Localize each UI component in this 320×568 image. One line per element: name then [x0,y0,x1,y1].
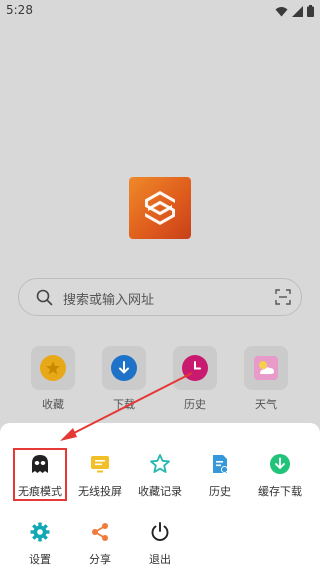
star-outline-icon [149,453,171,475]
share-icon [89,521,111,543]
menu-item-bookmarks[interactable]: 收藏记录 [130,453,190,499]
app-logo [129,177,191,239]
history-doc-icon [209,453,231,475]
menu-item-exit[interactable]: 退出 [130,521,190,567]
quick-link-label: 收藏 [42,398,64,411]
menu-item-label: 缓存下载 [258,485,302,498]
search-icon [36,289,53,306]
search-bar[interactable]: 搜索或输入网址 [18,278,302,316]
quick-link-label: 下载 [113,398,135,411]
menu-item-cache-download[interactable]: 缓存下载 [250,453,310,499]
quick-tile [173,346,217,390]
star-icon [40,355,66,381]
status-icons [275,5,314,17]
status-bar: 5:28 [0,0,320,24]
quick-link-weather[interactable]: 天气 [243,346,289,412]
wifi-icon [275,6,288,16]
gear-icon [29,521,51,543]
cast-icon [89,453,111,475]
weather-icon [254,356,278,380]
quick-link-favorites[interactable]: 收藏 [30,346,76,412]
scan-icon[interactable] [275,289,291,305]
battery-icon [307,5,314,17]
quick-link-history[interactable]: 历史 [172,346,218,412]
download-circle-icon [269,453,291,475]
menu-item-share[interactable]: 分享 [70,521,130,567]
browser-home-screen: 5:28 搜索或输入网址 收藏 下载 历史 天气 无痕模式 无线投屏 收藏记录 … [0,0,320,568]
download-icon [111,355,137,381]
quick-tile [102,346,146,390]
quick-tile [244,346,288,390]
menu-item-label: 历史 [209,485,231,498]
signal-icon [292,5,303,17]
menu-item-wireless-cast[interactable]: 无线投屏 [70,453,130,499]
status-time: 5:28 [6,3,33,17]
quick-link-downloads[interactable]: 下载 [101,346,147,412]
highlight-box [13,448,67,501]
clock-icon [182,355,208,381]
quick-tile [31,346,75,390]
menu-item-history[interactable]: 历史 [190,453,250,499]
menu-item-label: 收藏记录 [138,485,182,498]
logo-s-icon [145,191,175,225]
search-input[interactable]: 搜索或输入网址 [63,289,154,308]
power-icon [149,521,171,543]
menu-item-settings[interactable]: 设置 [10,521,70,567]
menu-item-label: 设置 [29,553,51,566]
quick-link-label: 天气 [255,398,277,411]
menu-item-label: 无线投屏 [78,485,122,498]
menu-item-label: 退出 [149,553,171,566]
quick-link-label: 历史 [184,398,206,411]
menu-item-label: 分享 [89,553,111,566]
